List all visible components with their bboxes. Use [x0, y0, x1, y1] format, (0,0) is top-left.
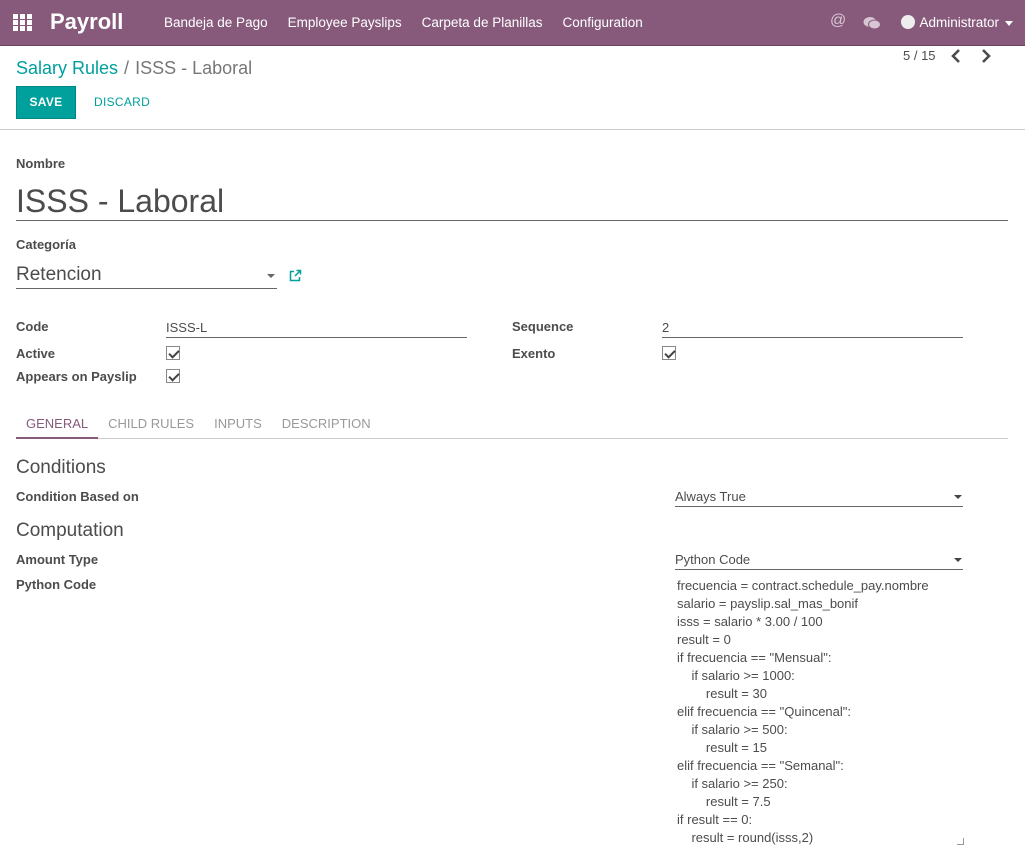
chat-icon[interactable] — [863, 16, 881, 30]
categoria-label: Categoría — [16, 237, 76, 252]
breadcrumb: Salary Rules / ISSS - Laboral — [16, 58, 252, 79]
nombre-input[interactable]: ISSS - Laboral — [16, 182, 1008, 221]
active-label: Active — [16, 346, 56, 361]
chevron-right-icon[interactable] — [978, 47, 994, 65]
menu-employee-payslips[interactable]: Employee Payslips — [278, 0, 412, 46]
chevron-left-icon[interactable] — [948, 47, 964, 65]
resize-grip-icon[interactable] — [957, 838, 964, 845]
breadcrumb-current: ISSS - Laboral — [135, 58, 253, 78]
categoria-select[interactable]: Retencion — [16, 262, 277, 289]
at-icon[interactable]: @ — [830, 12, 846, 30]
discard-button[interactable]: DISCARD — [94, 86, 150, 119]
active-checkbox[interactable] — [166, 346, 180, 360]
apps-icon[interactable] — [13, 14, 33, 32]
control-panel: Salary Rules / ISSS - Laboral SAVE DISCARD — [0, 46, 1025, 130]
python-code-textarea[interactable]: frecuencia = contract.schedule_pay.nombr… — [677, 577, 967, 845]
app-brand: Payroll — [50, 9, 124, 34]
external-link-icon[interactable] — [288, 269, 302, 283]
amount-type-label: Amount Type — [16, 552, 99, 567]
tab-description[interactable]: DESCRIPTION — [272, 410, 381, 438]
computation-title: Computation — [16, 520, 124, 541]
user-name: Administrator — [919, 15, 999, 30]
categoria-value: Retencion — [16, 264, 102, 285]
user-menu[interactable]: Administrator — [901, 0, 1013, 46]
caret-down-icon — [954, 495, 962, 499]
sequence-label: Sequence — [512, 319, 574, 334]
condition-based-on-value: Always True — [675, 489, 746, 504]
caret-down-icon — [1005, 20, 1013, 26]
pager-value: 5 / 15 — [903, 48, 936, 63]
menu-carpeta-de-planillas[interactable]: Carpeta de Planillas — [412, 0, 553, 46]
caret-down-icon — [954, 558, 962, 562]
tab-inputs[interactable]: INPUTS — [204, 410, 272, 438]
avatar — [901, 15, 916, 30]
code-label: Code — [16, 319, 49, 334]
main-menu: Bandeja de Pago Employee Payslips Carpet… — [154, 0, 653, 46]
appears-on-payslip-checkbox[interactable] — [166, 369, 180, 383]
tab-child-rules[interactable]: CHILD RULES — [98, 410, 204, 438]
python-code-label: Python Code — [16, 577, 97, 592]
breadcrumb-separator: / — [124, 58, 130, 78]
save-button[interactable]: SAVE — [16, 86, 76, 119]
top-navbar: Payroll Bandeja de Pago Employee Payslip… — [0, 0, 1025, 46]
exento-label: Exento — [512, 346, 556, 361]
condition-based-on-select[interactable]: Always True — [675, 487, 963, 507]
notebook-tabs: GENERAL CHILD RULES INPUTS DESCRIPTION — [16, 410, 1008, 439]
sequence-input[interactable]: 2 — [662, 319, 963, 338]
code-input[interactable]: ISSS-L — [166, 319, 467, 338]
nombre-label: Nombre — [16, 156, 66, 171]
tab-general[interactable]: GENERAL — [16, 410, 99, 439]
amount-type-select[interactable]: Python Code — [675, 550, 963, 570]
condition-based-on-label: Condition Based on — [16, 489, 139, 504]
menu-bandeja-de-pago[interactable]: Bandeja de Pago — [154, 0, 278, 46]
conditions-title: Conditions — [16, 457, 106, 478]
amount-type-value: Python Code — [675, 552, 751, 567]
caret-down-icon — [267, 274, 275, 278]
exento-checkbox[interactable] — [662, 346, 676, 360]
breadcrumb-salary-rules[interactable]: Salary Rules — [16, 58, 118, 78]
menu-configuration[interactable]: Configuration — [552, 0, 652, 46]
appears-on-payslip-label: Appears on Payslip — [16, 369, 137, 384]
